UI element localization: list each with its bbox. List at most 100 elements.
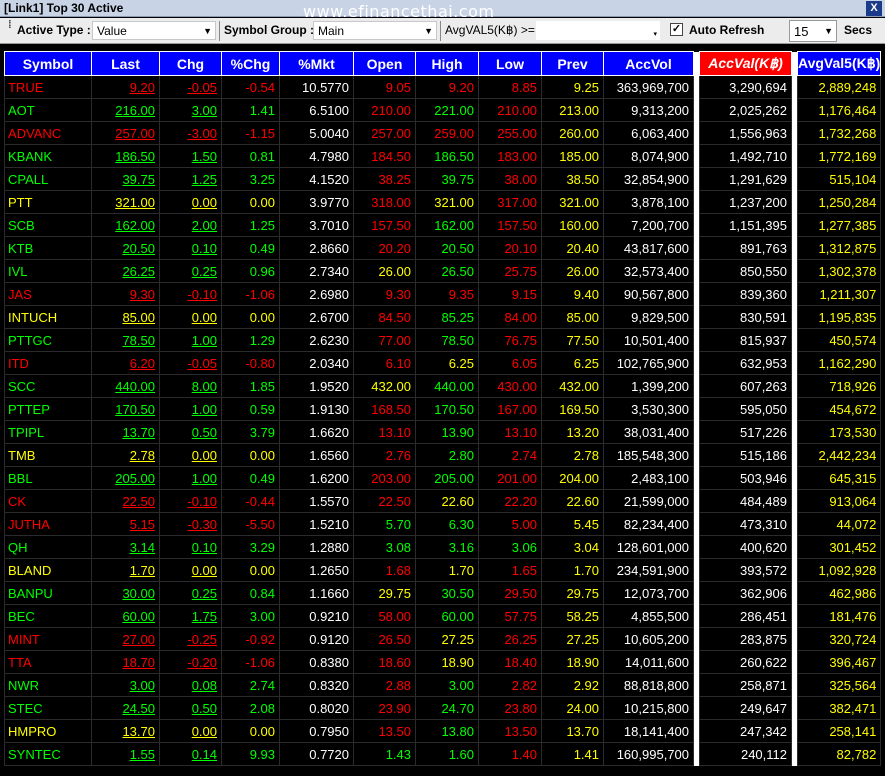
high-cell: 24.70: [415, 696, 479, 720]
symbol-cell: PTT: [4, 190, 92, 214]
table-row[interactable]: BEC 60.00 1.75 3.00 0.9210 58.00 60.00 57.75 58.…: [4, 604, 882, 628]
pmkt-cell: 1.6620: [279, 420, 354, 444]
avgval5-cell: 645,315: [796, 466, 882, 490]
avgval-filter-input[interactable]: ▾: [536, 21, 660, 40]
chevron-down-icon: ▼: [824, 26, 833, 36]
table-row[interactable]: ITD 6.20 -0.05 -0.80 2.0340 6.10 6.25 6.05 6.25 1…: [4, 351, 882, 375]
table-row[interactable]: JAS 9.30 -0.10 -1.06 2.6980 9.30 9.35 9.15 9.40 9…: [4, 282, 882, 306]
table-row[interactable]: CK 22.50 -0.10 -0.44 1.5570 22.50 22.60 22.20 22…: [4, 489, 882, 513]
pmkt-cell: 2.7340: [279, 259, 354, 283]
last-cell: 39.75: [91, 167, 160, 191]
avgval5-cell: 2,889,248: [796, 75, 882, 99]
low-cell: 8.85: [478, 75, 542, 99]
table-row[interactable]: INTUCH 85.00 0.00 0.00 2.6700 84.50 85.25 84.00…: [4, 305, 882, 329]
pmkt-cell: 1.5570: [279, 489, 354, 513]
low-cell: 183.00: [478, 144, 542, 168]
header-col-symbol[interactable]: Symbol: [4, 51, 92, 76]
table-row[interactable]: TRUE 9.20 -0.05 -0.54 10.5770 9.05 9.20 8.85 9.2…: [4, 75, 882, 99]
active-type-label: Active Type :: [17, 23, 91, 37]
symbol-cell: SCC: [4, 374, 92, 398]
table-row[interactable]: AOT 216.00 3.00 1.41 6.5100 210.00 221.00 210.0…: [4, 98, 882, 122]
refresh-interval-select[interactable]: 15 ▼: [789, 20, 837, 42]
symbol-cell: BBL: [4, 466, 92, 490]
accval-cell: 850,550: [699, 259, 792, 283]
table-row[interactable]: BBL 205.00 1.00 0.49 1.6200 203.00 205.00 201.0…: [4, 466, 882, 490]
pmkt-cell: 1.2650: [279, 558, 354, 582]
table-row[interactable]: QH 3.14 0.10 3.29 1.2880 3.08 3.16 3.06 3.04 128,…: [4, 535, 882, 559]
header-col-last[interactable]: Last: [91, 51, 160, 76]
pmkt-cell: 10.5770: [279, 75, 354, 99]
table-row[interactable]: TTA 18.70 -0.20 -1.06 0.8380 18.60 18.90 18.40 1…: [4, 650, 882, 674]
table-row[interactable]: MINT 27.00 -0.25 -0.92 0.9120 26.50 27.25 26.25…: [4, 627, 882, 651]
active-type-select[interactable]: Value ▼: [92, 21, 216, 40]
symbol-cell: MINT: [4, 627, 92, 651]
last-cell: 78.50: [91, 328, 160, 352]
header-col-open[interactable]: Open: [353, 51, 416, 76]
pmkt-cell: 1.5210: [279, 512, 354, 536]
chg-cell: 1.00: [159, 328, 222, 352]
accval-cell: 400,620: [699, 535, 792, 559]
table-row[interactable]: SYNTEC 1.55 0.14 9.93 0.7720 1.43 1.60 1.40 1.41…: [4, 742, 882, 766]
table-row[interactable]: KTB 20.50 0.10 0.49 2.8660 20.20 20.50 20.10 20.…: [4, 236, 882, 260]
table-row[interactable]: SCB 162.00 2.00 1.25 3.7010 157.50 162.00 157.5…: [4, 213, 882, 237]
avgval5-cell: 1,302,378: [796, 259, 882, 283]
avgval5-cell: 1,250,284: [796, 190, 882, 214]
header-col-low[interactable]: Low: [478, 51, 542, 76]
table-row[interactable]: ADVANC 257.00 -3.00 -1.15 5.0040 257.00 259.00…: [4, 121, 882, 145]
header-col-pmkt[interactable]: %Mkt: [279, 51, 354, 76]
table-row[interactable]: SCC 440.00 8.00 1.85 1.9520 432.00 440.00 430.0…: [4, 374, 882, 398]
table-row[interactable]: TMB 2.78 0.00 0.00 1.6560 2.76 2.80 2.74 2.78 185…: [4, 443, 882, 467]
low-cell: 13.50: [478, 719, 542, 743]
last-cell: 5.15: [91, 512, 160, 536]
pchg-cell: 0.96: [221, 259, 280, 283]
table-row[interactable]: IVL 26.25 0.25 0.96 2.7340 26.00 26.50 25.75 26.…: [4, 259, 882, 283]
pchg-cell: -1.06: [221, 650, 280, 674]
table-row[interactable]: TPIPL 13.70 0.50 3.79 1.6620 13.10 13.90 13.10 1…: [4, 420, 882, 444]
table-row[interactable]: PTTEP 170.50 1.00 0.59 1.9130 168.50 170.50 167…: [4, 397, 882, 421]
pchg-cell: 1.85: [221, 374, 280, 398]
accval-cell: 484,489: [699, 489, 792, 513]
avgval5-cell: 382,471: [796, 696, 882, 720]
high-cell: 9.35: [415, 282, 479, 306]
avgval5-cell: 1,277,385: [796, 213, 882, 237]
header-col-pchg[interactable]: %Chg: [221, 51, 280, 76]
pmkt-cell: 1.1660: [279, 581, 354, 605]
table-row[interactable]: STEC 24.50 0.50 2.08 0.8020 23.90 24.70 23.80 24…: [4, 696, 882, 720]
pmkt-cell: 1.9130: [279, 397, 354, 421]
chg-cell: 0.00: [159, 558, 222, 582]
open-cell: 29.75: [353, 581, 416, 605]
accval-cell: 1,237,200: [699, 190, 792, 214]
header-col-high[interactable]: High: [415, 51, 479, 76]
header-col-accvol[interactable]: AccVol: [603, 51, 694, 76]
table-row[interactable]: BLAND 1.70 0.00 0.00 1.2650 1.68 1.70 1.65 1.70 2…: [4, 558, 882, 582]
accvol-cell: 14,011,600: [603, 650, 694, 674]
auto-refresh-checkbox[interactable]: ✓: [670, 23, 683, 36]
table-row[interactable]: HMPRO 13.70 0.00 0.00 0.7950 13.50 13.80 13.50 1…: [4, 719, 882, 743]
table-row[interactable]: JUTHA 5.15 -0.30 -5.50 1.5210 5.70 6.30 5.00 5.4…: [4, 512, 882, 536]
symbol-cell: QH: [4, 535, 92, 559]
last-cell: 205.00: [91, 466, 160, 490]
table-row[interactable]: NWR 3.00 0.08 2.74 0.8320 2.88 3.00 2.82 2.92 88,…: [4, 673, 882, 697]
table-row[interactable]: CPALL 39.75 1.25 3.25 4.1520 38.25 39.75 38.00 3…: [4, 167, 882, 191]
header-col-prev[interactable]: Prev: [541, 51, 604, 76]
accvol-cell: 18,141,400: [603, 719, 694, 743]
accvol-cell: 88,818,800: [603, 673, 694, 697]
pchg-cell: 1.25: [221, 213, 280, 237]
open-cell: 203.00: [353, 466, 416, 490]
table-row[interactable]: KBANK 186.50 1.50 0.81 4.7980 184.50 186.50 183…: [4, 144, 882, 168]
open-cell: 58.00: [353, 604, 416, 628]
pmkt-cell: 4.1520: [279, 167, 354, 191]
header-col-avgval5[interactable]: AvgVal5(K฿): [796, 51, 882, 76]
chg-cell: 0.14: [159, 742, 222, 766]
header-col-accval[interactable]: AccVal(K฿): [699, 51, 792, 76]
table-row[interactable]: PTT 321.00 0.00 0.00 3.9770 318.00 321.00 317.0…: [4, 190, 882, 214]
symbol-group-select[interactable]: Main ▼: [313, 21, 437, 40]
table-row[interactable]: BANPU 30.00 0.25 0.84 1.1660 29.75 30.50 29.50 2…: [4, 581, 882, 605]
prev-cell: 26.00: [541, 259, 604, 283]
close-button[interactable]: X: [866, 1, 882, 16]
pmkt-cell: 2.0340: [279, 351, 354, 375]
table-row[interactable]: PTTGC 78.50 1.00 1.29 2.6230 77.00 78.50 76.75 7…: [4, 328, 882, 352]
header-col-chg[interactable]: Chg: [159, 51, 222, 76]
pmkt-cell: 4.7980: [279, 144, 354, 168]
prev-cell: 29.75: [541, 581, 604, 605]
